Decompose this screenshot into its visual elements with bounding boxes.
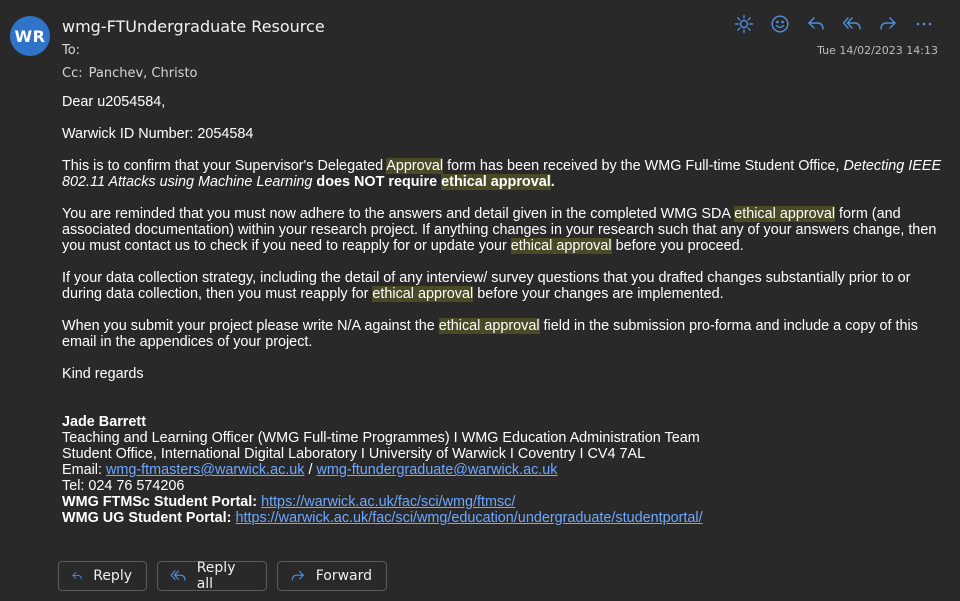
portal-link-ug[interactable]: https://warwick.ac.uk/fac/sci/wmg/educat… — [235, 510, 702, 526]
forward-button[interactable]: Forward — [277, 561, 387, 591]
email-link-ftundergraduate[interactable]: wmg-ftundergraduate@warwick.ac.uk — [317, 462, 558, 478]
reply-all-icon — [170, 570, 186, 581]
cc-line: Cc: Panchev, Christo — [62, 66, 198, 81]
reply-actions: Reply Reply all Forward — [58, 560, 387, 592]
reply-all-icon — [842, 17, 861, 30]
warwick-id-line: Warwick ID Number: 2054584 — [62, 126, 254, 142]
reply-button[interactable]: Reply — [58, 561, 147, 591]
highlight: ethical approval — [438, 318, 540, 334]
forward-toolbar-button[interactable] — [876, 12, 900, 36]
emoji-button[interactable] — [768, 12, 792, 36]
greeting: Dear u2054584, — [62, 94, 166, 110]
signature-portal-ug: WMG UG Student Portal: https://warwick.a… — [62, 510, 703, 526]
signature-tel: Tel: 024 76 574206 — [62, 478, 185, 494]
highlight: ethical approval — [510, 238, 612, 254]
paragraph-confirmation: This is to confirm that your Supervisor'… — [62, 158, 942, 190]
cc-recipient[interactable]: Panchev, Christo — [89, 66, 198, 81]
more-icon — [916, 22, 932, 26]
signature-role: Teaching and Learning Officer (WMG Full-… — [62, 430, 700, 446]
forward-button-label: Forward — [315, 568, 372, 584]
message-timestamp: Tue 14/02/2023 14:13 — [817, 44, 938, 57]
signature-block: Jade Barrett Teaching and Learning Offic… — [62, 414, 942, 526]
reply-icon — [808, 17, 824, 30]
paragraph-reminder: You are reminded that you must now adher… — [62, 206, 937, 254]
paragraph-data-collection: If your data collection strategy, includ… — [62, 270, 911, 302]
reply-all-button-label: Reply all — [196, 560, 236, 592]
reply-icon — [72, 571, 82, 580]
sender-name[interactable]: wmg-FTUndergraduate Resource — [62, 17, 325, 36]
message-body: Dear u2054584, Warwick ID Number: 205458… — [62, 94, 942, 526]
reply-button-label: Reply — [93, 568, 132, 584]
to-line: To: — [62, 43, 80, 58]
emoji-icon — [771, 15, 789, 33]
highlight: ethical approval — [372, 286, 474, 302]
more-actions-button[interactable] — [912, 12, 936, 36]
email-link-ftmasters[interactable]: wmg-ftmasters@warwick.ac.uk — [106, 462, 305, 478]
cc-label: Cc: — [62, 66, 83, 81]
paragraph-submission: When you submit your project please writ… — [62, 318, 918, 350]
signature-email-line: Email: wmg-ftmasters@warwick.ac.uk / wmg… — [62, 462, 558, 478]
reply-toolbar-button[interactable] — [804, 12, 828, 36]
sender-avatar: WR — [10, 16, 50, 56]
brightness-icon — [734, 14, 754, 34]
message-toolbar — [732, 12, 936, 36]
highlight: ethical approval — [734, 206, 836, 222]
to-label: To: — [62, 43, 81, 58]
reply-all-toolbar-button[interactable] — [840, 12, 864, 36]
signature-portal-ftmsc: WMG FTMSc Student Portal: https://warwic… — [62, 494, 516, 510]
forward-icon — [291, 570, 304, 581]
highlight: ethical approval — [441, 174, 551, 190]
reply-all-button[interactable]: Reply all — [157, 560, 267, 592]
forward-icon — [880, 17, 896, 30]
signature-name: Jade Barrett — [62, 414, 146, 430]
signature-address: Student Office, International Digital La… — [62, 446, 646, 462]
closing: Kind regards — [62, 366, 144, 382]
highlight: Approval — [386, 158, 444, 174]
portal-link-ftmsc[interactable]: https://warwick.ac.uk/fac/sci/wmg/ftmsc/ — [261, 494, 515, 510]
brightness-button[interactable] — [732, 12, 756, 36]
